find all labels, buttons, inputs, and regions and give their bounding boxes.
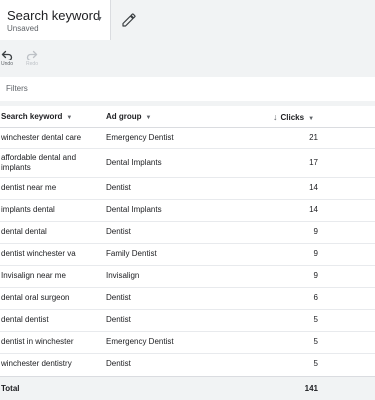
ad-group-cell: Family Dentist [106, 249, 157, 258]
keyword-cell: dentist winchester va [1, 249, 76, 258]
keyword-cell: dental oral surgeon [1, 293, 70, 302]
undo-icon [1, 50, 13, 60]
total-label: Total [1, 384, 20, 393]
redo-label: Redo [26, 61, 38, 67]
keyword-cell: affordable dental and implants [1, 153, 77, 172]
clicks-cell: 9 [313, 227, 318, 236]
table-row[interactable]: affordable dental and implants Dental Im… [0, 149, 375, 178]
table-header: Search keyword ▼ Ad group ▼ ↓ Clicks ▼ [0, 106, 375, 128]
keyword-cell: dental dental [1, 227, 47, 236]
sort-caret-icon: ▼ [308, 116, 315, 122]
redo-button[interactable]: Redo [25, 50, 39, 67]
sort-caret-icon: ▼ [145, 115, 152, 121]
pencil-icon[interactable] [121, 12, 137, 28]
keyword-cell: dentist near me [1, 183, 57, 192]
sort-caret-icon: ▼ [66, 115, 73, 121]
clicks-cell: 5 [313, 359, 318, 368]
report-header: Search keyword Unsaved ▼ [0, 0, 375, 40]
undo-button[interactable]: Undo [0, 50, 14, 67]
table-row[interactable]: dental dental Dentist 9 [0, 222, 375, 244]
keyword-cell: implants dental [1, 205, 55, 214]
keywords-table: Search keyword ▼ Ad group ▼ ↓ Clicks ▼ winch… [0, 106, 375, 400]
clicks-cell: 5 [313, 337, 318, 346]
table-row[interactable]: dental oral surgeon Dentist 6 [0, 288, 375, 310]
ad-group-cell: Emergency Dentist [106, 133, 174, 142]
clicks-cell: 14 [309, 183, 318, 192]
ad-group-cell: Dental Implants [106, 158, 162, 167]
column-header-ad-group[interactable]: Ad group ▼ [106, 112, 152, 121]
table-row[interactable]: winchester dental care Emergency Dentist… [0, 127, 375, 149]
keyword-cell: winchester dental care [1, 133, 82, 142]
ad-group-cell: Dentist [106, 359, 131, 368]
redo-icon [26, 50, 38, 60]
sort-descending-icon: ↓ [273, 112, 278, 122]
ad-group-cell: Dentist [106, 293, 131, 302]
column-header-search-keyword[interactable]: Search keyword ▼ [1, 112, 72, 121]
clicks-cell: 9 [313, 249, 318, 258]
table-row[interactable]: winchester dentistry Dentist 5 [0, 354, 375, 375]
total-row: Total 141 [0, 376, 375, 400]
ad-group-cell: Invisalign [106, 271, 140, 280]
table-row[interactable]: Invisalign near me Invisalign 9 [0, 266, 375, 288]
keyword-cell: Invisalign near me [1, 271, 66, 280]
ad-group-cell: Dentist [106, 315, 131, 324]
clicks-cell: 9 [313, 271, 318, 280]
ad-group-cell: Dentist [106, 183, 131, 192]
report-title-selector[interactable]: Search keyword Unsaved ▼ [0, 0, 111, 40]
dropdown-caret-icon[interactable]: ▼ [96, 16, 103, 23]
save-status: Unsaved [7, 24, 39, 33]
ad-group-cell: Dental Implants [106, 205, 162, 214]
filters-label: Filters [6, 84, 28, 93]
clicks-cell: 17 [309, 158, 318, 167]
filters-bar[interactable]: Filters [0, 77, 375, 101]
clicks-cell: 6 [313, 293, 318, 302]
report-title: Search keyword [7, 8, 101, 23]
undo-label: Undo [1, 61, 13, 67]
table-row[interactable]: dentist in winchester Emergency Dentist … [0, 332, 375, 354]
table-row[interactable]: dentist winchester va Family Dentist 9 [0, 244, 375, 266]
column-header-clicks[interactable]: ↓ Clicks ▼ [273, 112, 314, 122]
table-row[interactable]: implants dental Dental Implants 14 [0, 200, 375, 222]
ad-group-cell: Emergency Dentist [106, 337, 174, 346]
ad-group-cell: Dentist [106, 227, 131, 236]
keyword-cell: dentist in winchester [1, 337, 74, 346]
table-row[interactable]: dentist near me Dentist 14 [0, 178, 375, 200]
clicks-cell: 5 [313, 315, 318, 324]
keyword-cell: winchester dentistry [1, 359, 72, 368]
clicks-cell: 21 [309, 133, 318, 142]
table-row[interactable]: dental dentist Dentist 5 [0, 310, 375, 332]
total-clicks: 141 [304, 384, 318, 393]
clicks-cell: 14 [309, 205, 318, 214]
undo-redo-toolbar: Undo Redo [0, 41, 375, 76]
keyword-cell: dental dentist [1, 315, 49, 324]
